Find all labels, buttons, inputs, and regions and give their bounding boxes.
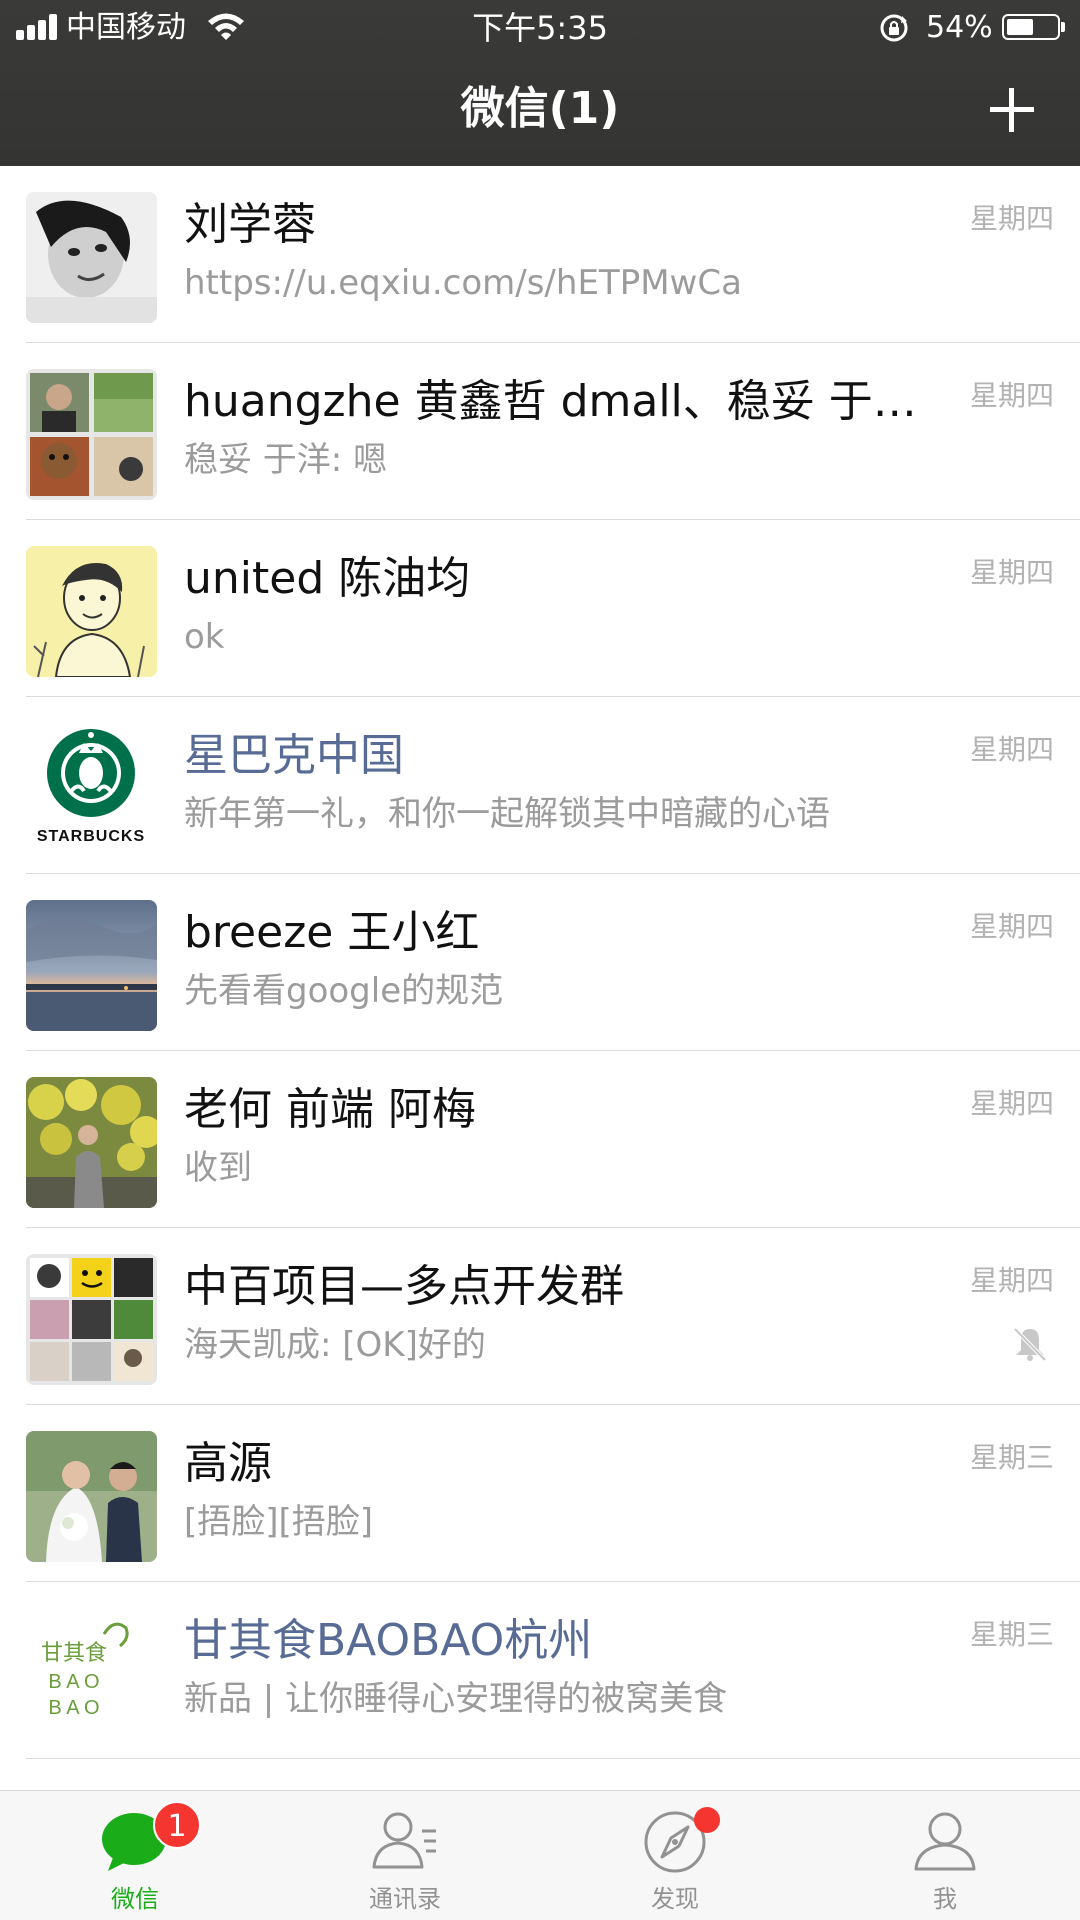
chat-time: 星期四	[969, 1087, 1054, 1120]
chat-time: 星期四	[969, 556, 1054, 589]
chat-row[interactable]: breeze 王小红 先看看google的规范 星期四	[0, 874, 1080, 1051]
chat-row[interactable]: united 陈油均 ok 星期四	[0, 520, 1080, 697]
tab-contacts[interactable]: 通讯录	[270, 1791, 540, 1920]
rotation-lock-icon	[880, 14, 908, 42]
chat-name: 中百项目—多点开发群	[184, 1261, 624, 1312]
chat-preview: ok	[184, 617, 225, 657]
tab-label: 微信	[111, 1885, 159, 1913]
chat-time: 星期四	[969, 910, 1054, 943]
chat-row[interactable]: 老何 前端 阿梅 收到 星期四	[0, 1051, 1080, 1228]
tab-label: 通讯录	[369, 1885, 441, 1913]
chat-preview: 海天凯成: [OK]好的	[184, 1325, 486, 1365]
chat-preview: 稳妥 于洋: 嗯	[184, 440, 388, 480]
tab-label: 我	[933, 1885, 957, 1913]
chat-time: 星期四	[969, 379, 1054, 412]
avatar	[26, 192, 157, 323]
status-time: 下午5:35	[472, 9, 608, 47]
starbucks-logo-avatar: STARBUCKS	[26, 723, 157, 854]
chat-preview: 新品 | 让你睡得心安理得的被窝美食	[184, 1679, 728, 1719]
svg-text:STARBUCKS: STARBUCKS	[37, 828, 145, 845]
chat-preview: 先看看google的规范	[184, 971, 504, 1011]
chat-row[interactable]: 刘学蓉 https://u.eqxiu.com/s/hETPMwCa 星期四	[0, 166, 1080, 343]
battery-icon	[1002, 14, 1065, 40]
chat-time: 星期三	[969, 1441, 1054, 1474]
chat-name: 甘其食BAOBAO杭州	[184, 1615, 593, 1666]
group-avatar	[26, 1254, 157, 1385]
chat-time: 星期四	[969, 733, 1054, 766]
chat-list: 刘学蓉 https://u.eqxiu.com/s/hETPMwCa 星期四 h…	[0, 166, 1080, 1759]
chat-row[interactable]: 中百项目—多点开发群 海天凯成: [OK]好的 星期四	[0, 1228, 1080, 1405]
contacts-icon	[372, 1812, 436, 1869]
chat-preview: [捂脸][捂脸]	[184, 1502, 374, 1542]
mute-bell-icon	[1013, 1327, 1047, 1362]
chat-row[interactable]: STARBUCKS 星巴克中国 新年第一礼，和你一起解锁其中暗藏的心语 星期四	[0, 697, 1080, 874]
svg-text:B A O: B A O	[48, 1697, 99, 1719]
plus-icon[interactable]	[984, 82, 1040, 138]
chat-name: 刘学蓉	[184, 199, 316, 250]
tab-label: 发现	[651, 1885, 699, 1913]
profile-icon	[914, 1812, 976, 1871]
status-bar: 中国移动 下午5:35 54%	[0, 0, 1080, 56]
group-avatar	[26, 369, 157, 500]
chat-preview: 新年第一礼，和你一起解锁其中暗藏的心语	[184, 794, 830, 834]
chat-name: united 陈油均	[184, 553, 471, 604]
chat-name: breeze 王小红	[184, 907, 480, 958]
avatar	[26, 546, 157, 677]
chat-name: 星巴克中国	[184, 730, 404, 781]
chat-time: 星期四	[969, 202, 1054, 235]
tab-bar: 1 微信 通讯录 发现 我	[0, 1790, 1080, 1920]
wechat-screen: 中国移动 下午5:35 54% 微信(1) 刘学蓉 https://u.eqxi…	[0, 0, 1080, 1920]
avatar	[26, 900, 157, 1031]
chat-preview: 收到	[184, 1148, 252, 1188]
baobao-logo-avatar: 甘其食 B A O B A O	[26, 1608, 157, 1739]
chat-time: 星期三	[969, 1618, 1054, 1651]
chat-name: huangzhe 黄鑫哲 dmall、稳妥 于洋…	[184, 376, 944, 427]
top-bar: 中国移动 下午5:35 54% 微信(1)	[0, 0, 1080, 166]
battery-percent: 54%	[926, 10, 993, 45]
svg-text:甘其食: 甘其食	[41, 1641, 107, 1666]
avatar	[26, 1077, 157, 1208]
chat-name: 老何 前端 阿梅	[184, 1084, 476, 1135]
new-dot-badge	[694, 1807, 720, 1833]
tab-discover[interactable]: 发现	[540, 1791, 810, 1920]
divider	[26, 1758, 1080, 1759]
unread-badge: 1	[153, 1801, 201, 1849]
tab-me[interactable]: 我	[810, 1791, 1080, 1920]
chat-time: 星期四	[969, 1264, 1054, 1297]
chat-row[interactable]: 高源 [捂脸][捂脸] 星期三	[0, 1405, 1080, 1582]
tab-chats[interactable]: 1 微信	[0, 1791, 270, 1920]
avatar	[26, 1431, 157, 1562]
chat-name: 高源	[184, 1438, 272, 1489]
svg-text:B A O: B A O	[48, 1671, 99, 1693]
page-title: 微信(1)	[460, 83, 620, 134]
chat-row[interactable]: 甘其食 B A O B A O 甘其食BAOBAO杭州 新品 | 让你睡得心安理…	[0, 1582, 1080, 1759]
chat-row[interactable]: huangzhe 黄鑫哲 dmall、稳妥 于洋… 稳妥 于洋: 嗯 星期四	[0, 343, 1080, 520]
chat-preview: https://u.eqxiu.com/s/hETPMwCa	[184, 263, 742, 303]
